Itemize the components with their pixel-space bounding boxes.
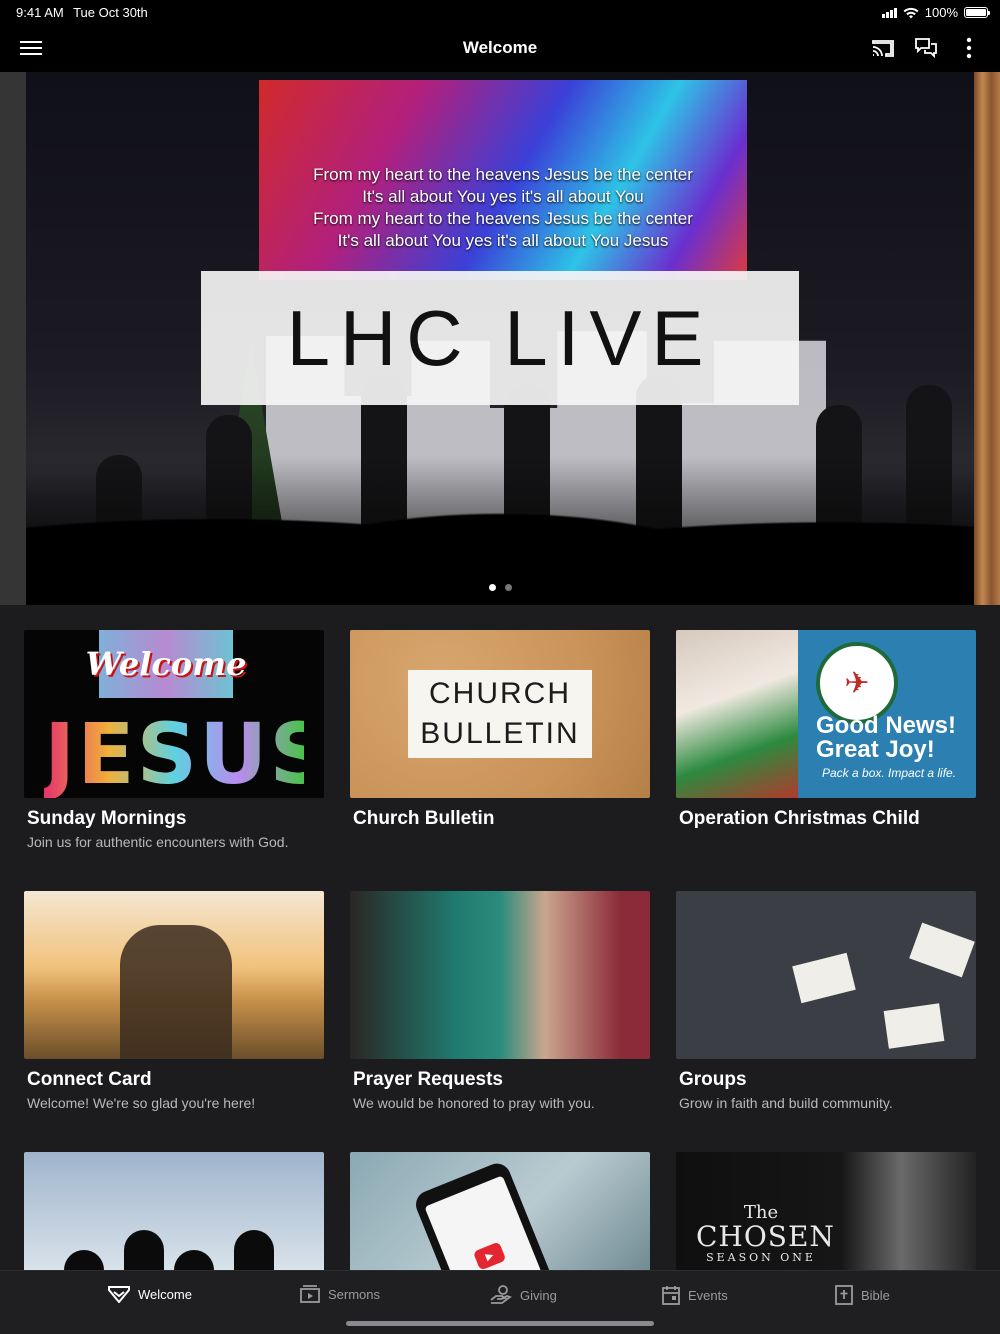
live-banner-text: LHC LIVE: [286, 293, 714, 382]
card-title: Church Bulletin: [353, 808, 495, 829]
status-time: 9:41 AM: [16, 5, 64, 20]
sermons-icon: [300, 1285, 320, 1303]
crowd-silhouettes: [26, 455, 974, 605]
battery-icon: [964, 7, 990, 18]
tab-sermons[interactable]: Sermons: [300, 1285, 380, 1303]
bulletin-paper: CHURCH BULLETIN: [408, 670, 592, 758]
card-subtitle: Grow in faith and build community.: [679, 1095, 893, 1111]
lyric-text: From my heart to the heavens Jesus be th…: [313, 165, 693, 250]
card-church-bulletin[interactable]: CHURCH BULLETIN Church Bulletin: [350, 630, 650, 830]
card-title: Prayer Requests: [353, 1069, 503, 1090]
live-banner: LHC LIVE: [201, 271, 799, 405]
page-dot-active[interactable]: [488, 584, 496, 591]
more-options-button[interactable]: [955, 34, 983, 62]
occ-tagline: Pack a box. Impact a life.: [822, 766, 957, 780]
chat-icon: [915, 38, 937, 59]
card-subtitle: Welcome! We're so glad you're here!: [27, 1095, 256, 1111]
welcome-icon: [108, 1286, 130, 1303]
jesus-letters: JESUS: [44, 705, 324, 798]
cast-button[interactable]: [869, 34, 897, 62]
tab-bible[interactable]: Bible: [835, 1285, 890, 1305]
play-icon: ▶: [472, 1241, 507, 1271]
tab-label: Sermons: [328, 1286, 381, 1302]
friends-silhouette: [120, 925, 232, 1059]
page-indicator[interactable]: [26, 584, 974, 591]
next-slide-peek[interactable]: [974, 72, 1000, 605]
card-connect-card[interactable]: Connect Card Welcome! We're so glad you'…: [24, 891, 324, 1111]
card-image: Welcome JESUS: [24, 630, 324, 798]
tab-events[interactable]: Events: [662, 1285, 728, 1305]
status-bar: 9:41 AM Tue Oct 30th 100%: [0, 0, 1000, 24]
wifi-icon: [903, 7, 919, 18]
tab-welcome[interactable]: Welcome: [108, 1285, 192, 1303]
card-title: Groups: [679, 1069, 747, 1090]
events-icon: [662, 1286, 680, 1305]
card-prayer-requests[interactable]: Prayer Requests We would be honored to p…: [350, 891, 650, 1111]
card-title: Connect Card: [27, 1069, 152, 1090]
page-dot[interactable]: [504, 584, 512, 591]
tab-label: Bible: [861, 1287, 890, 1303]
tab-label: Events: [688, 1287, 728, 1303]
card-title: Operation Christmas Child: [679, 808, 920, 829]
hero-slide[interactable]: From my heart to the heavens Jesus be th…: [26, 72, 974, 605]
bible-icon: [835, 1285, 853, 1305]
battery-percent: 100%: [924, 5, 958, 20]
card-image: ✈ Good News! Great Joy! Pack a box. Impa…: [676, 630, 976, 798]
card-image: CHURCH BULLETIN: [350, 630, 650, 798]
card-image: [24, 891, 324, 1059]
chat-button[interactable]: [912, 34, 940, 62]
card-image: [676, 891, 976, 1059]
tab-giving[interactable]: Giving: [490, 1285, 557, 1305]
giving-icon: [490, 1285, 512, 1304]
cast-icon: [872, 40, 894, 57]
tab-label: Giving: [520, 1287, 557, 1303]
hero-carousel[interactable]: From my heart to the heavens Jesus be th…: [0, 72, 1000, 605]
navigation-bar: Welcome: [0, 24, 1000, 72]
welcome-sign: Welcome: [86, 630, 246, 698]
open-book: [883, 1003, 945, 1049]
lyric-screen-image: From my heart to the heavens Jesus be th…: [259, 80, 747, 280]
cellular-signal-icon: [881, 7, 897, 18]
card-operation-christmas-child[interactable]: ✈ Good News! Great Joy! Pack a box. Impa…: [676, 630, 976, 830]
status-date: Tue Oct 30th: [73, 5, 148, 20]
card-sunday-mornings[interactable]: Welcome JESUS Sunday Mornings Join us fo…: [24, 630, 324, 850]
previous-slide-peek[interactable]: [0, 72, 26, 605]
card-groups[interactable]: Groups Grow in faith and build community…: [676, 891, 976, 1111]
page-title: Welcome: [462, 38, 538, 57]
card-subtitle: We would be honored to pray with you.: [353, 1095, 595, 1111]
card-subtitle: Join us for authentic encounters with Go…: [27, 834, 289, 850]
home-indicator[interactable]: [346, 1321, 654, 1326]
child-photo: [676, 630, 798, 798]
card-title: Sunday Mornings: [27, 808, 187, 829]
notebook: [909, 922, 975, 978]
the-chosen-wordmark: The CHOSEN SEASON ONE: [696, 1202, 835, 1264]
card-image: [350, 891, 650, 1059]
occ-headline: Good News! Great Joy!: [816, 712, 957, 763]
tab-label: Welcome: [138, 1286, 192, 1302]
more-vertical-icon: [966, 37, 972, 59]
open-book: [792, 952, 856, 1004]
